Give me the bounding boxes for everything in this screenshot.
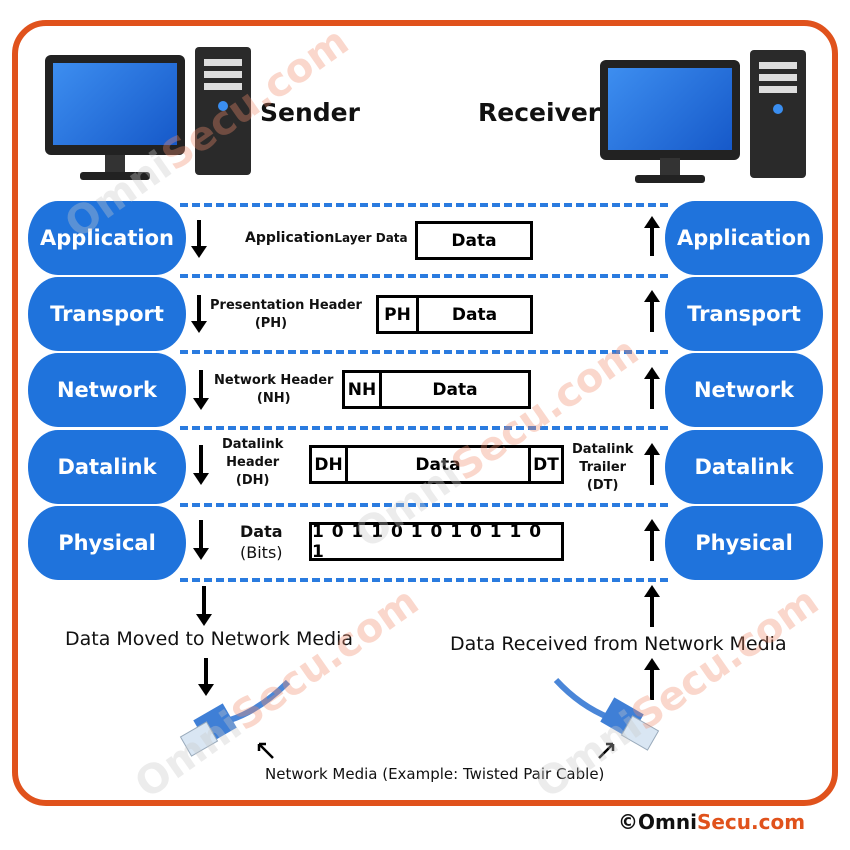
up-arrow-icon [644, 290, 660, 332]
application-data-box: Data [415, 221, 533, 260]
brand-part: Secu [696, 810, 751, 834]
header-cell: PH [379, 298, 419, 331]
label-line: Header [226, 455, 280, 470]
down-arrow-icon [196, 586, 212, 626]
label-part: Layer Data [334, 231, 408, 245]
osi-encapsulation-diagram: Sender Receiver Application Transport Ne… [0, 0, 850, 850]
up-arrow-icon [644, 216, 660, 256]
receiver-title: Receiver [478, 98, 601, 127]
receiver-layer-application: Application [665, 201, 823, 275]
pointer-arrow-icon [257, 742, 274, 759]
application-label: ApplicationLayer Data [245, 229, 408, 247]
datalink-trailer-label: Datalink Trailer (DT) [572, 441, 633, 495]
layer-divider [180, 274, 668, 278]
down-arrow-icon [193, 370, 209, 410]
datalink-header-label: Datalink Header (DH) [222, 436, 283, 490]
receiver-layer-transport: Transport [665, 277, 823, 351]
down-arrow-icon [191, 295, 207, 333]
down-arrow-icon [193, 520, 209, 560]
label-line: Data [240, 522, 283, 541]
label-line: (NH) [256, 391, 291, 406]
copyright-symbol: © [618, 810, 638, 834]
data-cell: Data [451, 304, 498, 325]
receiver-layer-datalink: Datalink [665, 430, 823, 504]
sender-layer-network: Network [28, 353, 186, 427]
label-line: Trailer [579, 460, 627, 475]
data-cell: Data [451, 230, 497, 251]
up-arrow-icon [644, 519, 660, 561]
network-label: Network Header (NH) [214, 372, 333, 408]
physical-label: Data (Bits) [240, 521, 283, 563]
label-part: Application [245, 230, 335, 246]
brand-logo: ©OmniSecu.com [618, 810, 805, 834]
layer-divider [180, 203, 668, 207]
brand-part: .com [751, 810, 806, 834]
label-line: Presentation Header [210, 298, 362, 313]
layer-divider [180, 426, 668, 430]
data-cell: Data [432, 379, 478, 400]
down-arrow-icon [191, 220, 207, 258]
receiver-layer-physical: Physical [665, 506, 823, 580]
label-line: Datalink [572, 442, 634, 457]
label-line: Network Header [214, 373, 334, 388]
receiver-layer-network: Network [665, 353, 823, 427]
label-line: (DT) [586, 478, 619, 493]
transport-segment-box: PH Data [376, 295, 533, 334]
network-packet-box: NH Data [342, 370, 531, 409]
up-arrow-icon [644, 367, 660, 409]
label-line: (PH) [254, 316, 288, 331]
sender-layer-datalink: Datalink [28, 430, 186, 504]
layer-divider [180, 578, 668, 582]
header-cell: NH [345, 373, 382, 406]
up-arrow-icon [644, 443, 660, 485]
physical-bits-box: 1 0 1 1 0 1 0 1 0 1 1 0 1 [309, 521, 564, 562]
sender-layer-physical: Physical [28, 506, 186, 580]
label-line: (Bits) [240, 543, 283, 562]
sender-layer-transport: Transport [28, 277, 186, 351]
label-line: Datalink [222, 437, 284, 452]
label-line: (DH) [235, 473, 270, 488]
transport-label: Presentation Header (PH) [210, 297, 362, 333]
down-arrow-icon [193, 445, 209, 485]
brand-part: Omni [638, 810, 697, 834]
bits-cell: 1 0 1 1 0 1 0 1 0 1 1 0 1 [312, 521, 543, 562]
trailer-cell: DT [528, 448, 561, 481]
header-cell: DH [312, 448, 348, 481]
up-arrow-icon [644, 585, 660, 627]
